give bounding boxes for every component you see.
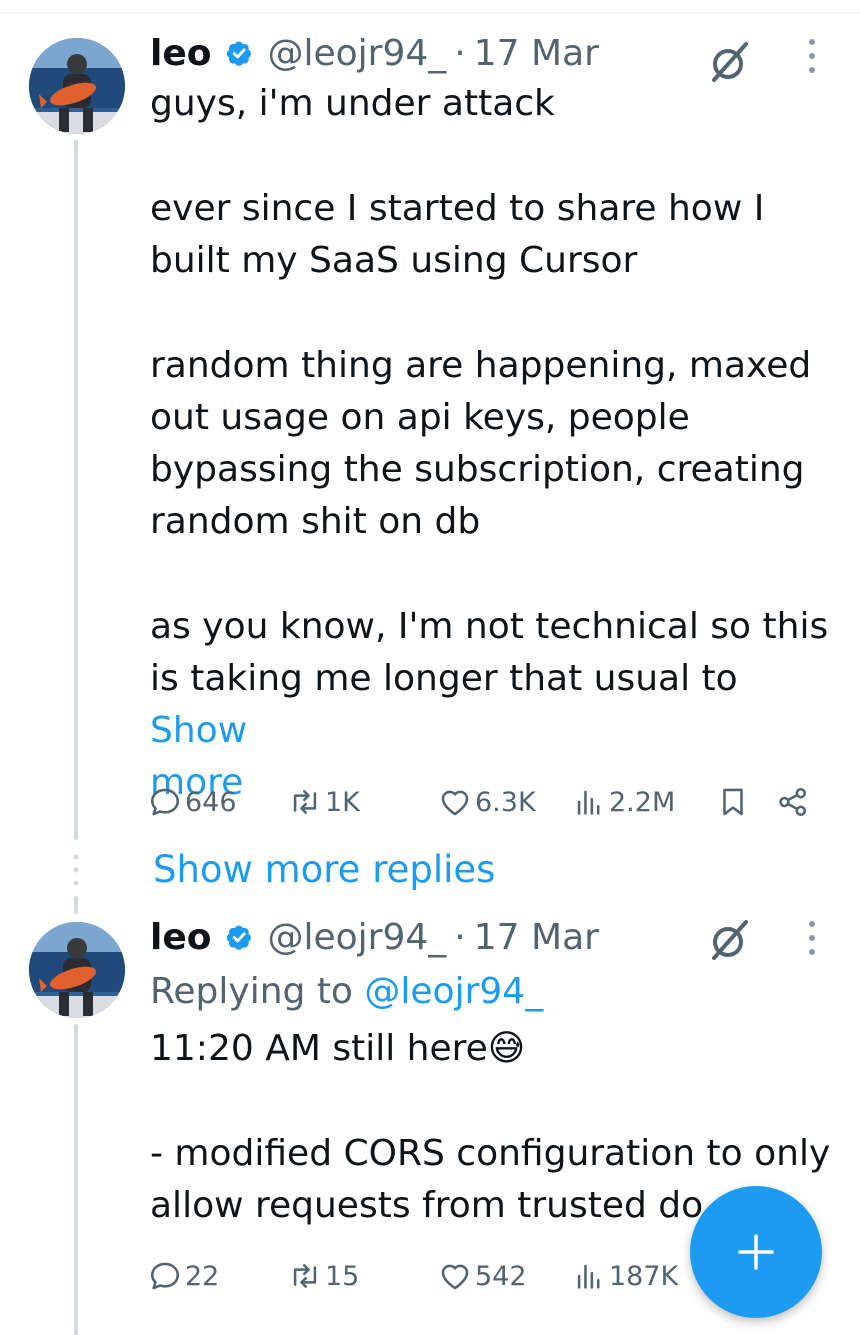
emoji-sweat-smile: 😅	[487, 1028, 526, 1069]
verified-badge-icon	[222, 920, 256, 954]
reply-button[interactable]: 646	[148, 780, 237, 824]
views-count: 187K	[609, 1260, 679, 1292]
author-handle[interactable]: @leojr94_	[268, 917, 447, 958]
avatar[interactable]	[29, 922, 125, 1018]
thread-line-top	[74, 140, 78, 840]
tweet-paragraph-last: as you know, I'm not technical so this i…	[150, 601, 840, 809]
compose-button[interactable]	[690, 1186, 822, 1318]
tweet-paragraph: random thing are happening, maxed out us…	[150, 345, 812, 542]
replying-to-handle[interactable]: @leojr94_	[364, 971, 543, 1012]
repost-icon	[288, 1259, 322, 1293]
views-button[interactable]: 187K	[572, 1254, 678, 1298]
separator-dot: ·	[454, 32, 466, 74]
like-count: 542	[475, 1260, 527, 1292]
views-count: 2.2M	[609, 786, 676, 818]
share-button[interactable]	[776, 780, 813, 824]
show-more-replies-link[interactable]: Show more replies	[153, 848, 495, 891]
repost-count: 1K	[325, 786, 360, 818]
verified-badge-icon	[222, 36, 256, 70]
reply-count: 22	[185, 1260, 220, 1292]
tweet-paragraph-text: as you know, I'm not technical so this i…	[150, 606, 829, 699]
tweet-2-header: leo @leojr94_ · 17 Mar	[150, 911, 599, 963]
reply-icon	[148, 785, 182, 819]
tweet-paragraph: guys, i'm under attack	[150, 83, 555, 124]
repost-count: 15	[325, 1260, 360, 1292]
author-name[interactable]: leo	[150, 917, 212, 958]
like-button[interactable]: 542	[438, 1254, 527, 1298]
tweet-paragraph: ever since I started to share how I buil…	[150, 188, 765, 281]
repost-icon	[288, 785, 322, 819]
reply-button[interactable]: 22	[148, 1254, 219, 1298]
tweet-1-text: guys, i'm under attack ever since I star…	[150, 78, 840, 809]
repost-button[interactable]: 1K	[288, 780, 360, 824]
author-handle[interactable]: @leojr94_	[268, 33, 447, 74]
tweet-1-actions: 646 1K 6.3K 2.2M	[148, 780, 828, 824]
like-icon	[438, 785, 472, 819]
like-icon	[438, 1259, 472, 1293]
views-icon	[572, 785, 606, 819]
bookmark-button[interactable]	[716, 780, 753, 824]
thread-gap-dots-icon	[73, 854, 79, 886]
avatar[interactable]	[29, 38, 125, 134]
thread-line-bottom	[74, 1024, 78, 1335]
share-icon	[776, 785, 810, 819]
like-button[interactable]: 6.3K	[438, 780, 536, 824]
tweet-date[interactable]: 17 Mar	[474, 917, 599, 958]
author-name[interactable]: leo	[150, 33, 212, 74]
like-count: 6.3K	[475, 786, 536, 818]
tweet-1-header: leo @leojr94_ · 17 Mar	[150, 27, 599, 79]
replying-to-label: Replying to	[150, 971, 365, 1012]
replying-to: Replying to @leojr94_	[150, 966, 840, 1018]
views-icon	[572, 1259, 606, 1293]
repost-button[interactable]: 15	[288, 1254, 359, 1298]
thread-line-mid	[74, 896, 78, 914]
bookmark-icon	[716, 785, 750, 819]
tweet-date[interactable]: 17 Mar	[474, 33, 599, 74]
more-options-icon[interactable]	[800, 32, 824, 80]
top-divider	[0, 12, 860, 13]
tweet-paragraph: 11:20 AM still here😅	[150, 1023, 840, 1075]
compose-plus-icon	[738, 1234, 774, 1270]
views-button[interactable]: 2.2M	[572, 780, 675, 824]
reply-icon	[148, 1259, 182, 1293]
reply-count: 646	[185, 786, 237, 818]
tweet-line-text: 11:20 AM still here	[150, 1028, 488, 1069]
separator-dot: ·	[454, 916, 466, 958]
grok-icon[interactable]	[706, 916, 754, 964]
more-options-icon[interactable]	[800, 914, 824, 962]
